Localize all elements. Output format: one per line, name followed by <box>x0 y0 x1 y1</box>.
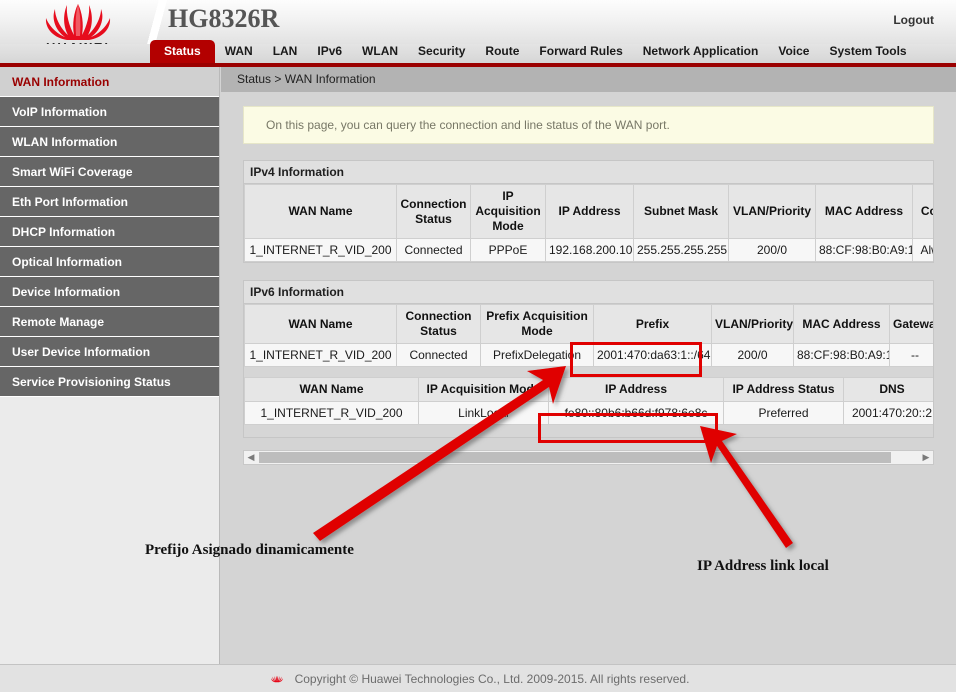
nav-item-forward-rules[interactable]: Forward Rules <box>529 40 632 63</box>
col-prefix-acquisition-mode: Prefix Acquisition Mode <box>481 305 594 344</box>
nav-item-wan[interactable]: WAN <box>215 40 263 63</box>
col-mac-address: MAC Address <box>794 305 890 344</box>
main-nav: Status WAN LAN IPv6 WLAN Security Route … <box>0 44 956 67</box>
cell-subnet-mask: 255.255.255.255 <box>634 239 729 262</box>
logout-button[interactable]: Logout <box>893 13 934 27</box>
col-wan-name: WAN Name <box>245 305 397 344</box>
nav-item-lan[interactable]: LAN <box>263 40 308 63</box>
cell-dns: 2001:470:20::2 <box>844 402 935 425</box>
scroll-left-arrow-icon[interactable]: ◀ <box>244 451 258 464</box>
huawei-footer-icon <box>267 671 287 687</box>
cell-mac-address: 88:CF:98:B0:A9:12 <box>816 239 913 262</box>
col-vlan-priority: VLAN/Priority <box>729 185 816 239</box>
cell-wan-name: 1_INTERNET_R_VID_200 <box>245 239 397 262</box>
ipv6-address-table: WAN Name IP Acquisition Mode IP Address … <box>244 377 934 425</box>
col-wan-name: WAN Name <box>245 185 397 239</box>
huawei-flower-icon <box>22 2 134 42</box>
table-header-row: WAN Name IP Acquisition Mode IP Address … <box>245 378 935 402</box>
table-row: 1_INTERNET_R_VID_200 Connected PPPoE 192… <box>245 239 935 262</box>
cell-wan-name: 1_INTERNET_R_VID_200 <box>245 402 419 425</box>
col-ip-acquisition-mode: IP Acquisition Mode <box>471 185 546 239</box>
cell-ip-address: 192.168.200.101 <box>546 239 634 262</box>
col-subnet-mask: Subnet Mask <box>634 185 729 239</box>
ipv4-section-title: IPv4 Information <box>243 160 934 183</box>
ipv6-table-container: WAN Name Connection Status Prefix Acquis… <box>243 303 934 438</box>
sidebar-item-device-information[interactable]: Device Information <box>0 277 219 307</box>
page-footer: Copyright © Huawei Technologies Co., Ltd… <box>0 664 956 692</box>
nav-item-network-application[interactable]: Network Application <box>633 40 769 63</box>
ipv4-table-container: WAN Name Connection Status IP Acquisitio… <box>243 183 934 263</box>
table-header-row: WAN Name Connection Status Prefix Acquis… <box>245 305 935 344</box>
col-prefix: Prefix <box>594 305 712 344</box>
nav-item-status[interactable]: Status <box>150 40 215 63</box>
ipv6-table: WAN Name Connection Status Prefix Acquis… <box>244 304 934 367</box>
col-wan-name: WAN Name <box>245 378 419 402</box>
cell-ip-address-status: Preferred <box>724 402 844 425</box>
cell-gateway: -- <box>890 344 935 367</box>
cell-wan-name: 1_INTERNET_R_VID_200 <box>245 344 397 367</box>
sidebar-item-service-provisioning-status[interactable]: Service Provisioning Status <box>0 367 219 397</box>
sidebar-item-remote-manage[interactable]: Remote Manage <box>0 307 219 337</box>
sidebar-item-smart-wifi-coverage[interactable]: Smart WiFi Coverage <box>0 157 219 187</box>
table-row: 1_INTERNET_R_VID_200 LinkLocal fe80::80b… <box>245 402 935 425</box>
ipv6-section-title: IPv6 Information <box>243 280 934 303</box>
nav-item-security[interactable]: Security <box>408 40 475 63</box>
copyright-text: Copyright © Huawei Technologies Co., Ltd… <box>295 672 690 686</box>
sidebar-item-wlan-information[interactable]: WLAN Information <box>0 127 219 157</box>
col-connection-status: Connection Status <box>397 185 471 239</box>
cell-connection-status: Connected <box>397 344 481 367</box>
col-dns: DNS <box>844 378 935 402</box>
col-ip-acquisition-mode: IP Acquisition Mode <box>419 378 549 402</box>
table-header-row: WAN Name Connection Status IP Acquisitio… <box>245 185 935 239</box>
page-body: WAN Information VoIP Information WLAN In… <box>0 67 956 664</box>
col-gateway: Gateway <box>890 305 935 344</box>
content-area: Status > WAN Information On this page, y… <box>221 67 956 664</box>
cell-connection-status: Connected <box>397 239 471 262</box>
sidebar-item-wan-information[interactable]: WAN Information <box>0 67 219 97</box>
horizontal-scrollbar[interactable]: ◀ ▶ <box>243 450 934 465</box>
col-ip-address: IP Address <box>549 378 724 402</box>
table-row: 1_INTERNET_R_VID_200 Connected PrefixDel… <box>245 344 935 367</box>
page-title: HG8326R <box>168 4 279 34</box>
nav-item-voice[interactable]: Voice <box>768 40 819 63</box>
cell-vlan-priority: 200/0 <box>712 344 794 367</box>
nav-item-route[interactable]: Route <box>475 40 529 63</box>
col-ip-address: IP Address <box>546 185 634 239</box>
sidebar: WAN Information VoIP Information WLAN In… <box>0 67 220 664</box>
sidebar-item-optical-information[interactable]: Optical Information <box>0 247 219 277</box>
cell-vlan-priority: 200/0 <box>729 239 816 262</box>
nav-item-ipv6[interactable]: IPv6 <box>307 40 352 63</box>
cell-ip-acquisition-mode: LinkLocal <box>419 402 549 425</box>
col-ip-address-status: IP Address Status <box>724 378 844 402</box>
scrollbar-thumb[interactable] <box>259 452 891 463</box>
scroll-right-arrow-icon[interactable]: ▶ <box>919 451 933 464</box>
col-vlan-priority: VLAN/Priority <box>712 305 794 344</box>
col-mac-address: MAC Address <box>816 185 913 239</box>
cell-prefix: 2001:470:da63:1::/64 <box>594 344 712 367</box>
sidebar-item-user-device-information[interactable]: User Device Information <box>0 337 219 367</box>
col-connection-status: Connection Status <box>397 305 481 344</box>
col-connection-mode-clipped: Conne <box>913 185 935 239</box>
info-banner: On this page, you can query the connecti… <box>243 106 934 144</box>
cell-connection-mode-clipped: Always <box>913 239 935 262</box>
page-header: HUAWEI HG8326R Logout <box>0 0 956 44</box>
cell-ip-acquisition-mode: PPPoE <box>471 239 546 262</box>
cell-ip-address: fe80::80b6:b66d:f978:6e8c <box>549 402 724 425</box>
ipv4-table: WAN Name Connection Status IP Acquisitio… <box>244 184 934 262</box>
cell-mac-address: 88:CF:98:B0:A9:12 <box>794 344 890 367</box>
nav-item-system-tools[interactable]: System Tools <box>819 40 916 63</box>
cell-prefix-acquisition-mode: PrefixDelegation <box>481 344 594 367</box>
sidebar-item-voip-information[interactable]: VoIP Information <box>0 97 219 127</box>
sidebar-item-eth-port-information[interactable]: Eth Port Information <box>0 187 219 217</box>
sidebar-item-dhcp-information[interactable]: DHCP Information <box>0 217 219 247</box>
breadcrumb: Status > WAN Information <box>221 67 956 92</box>
nav-item-wlan[interactable]: WLAN <box>352 40 408 63</box>
